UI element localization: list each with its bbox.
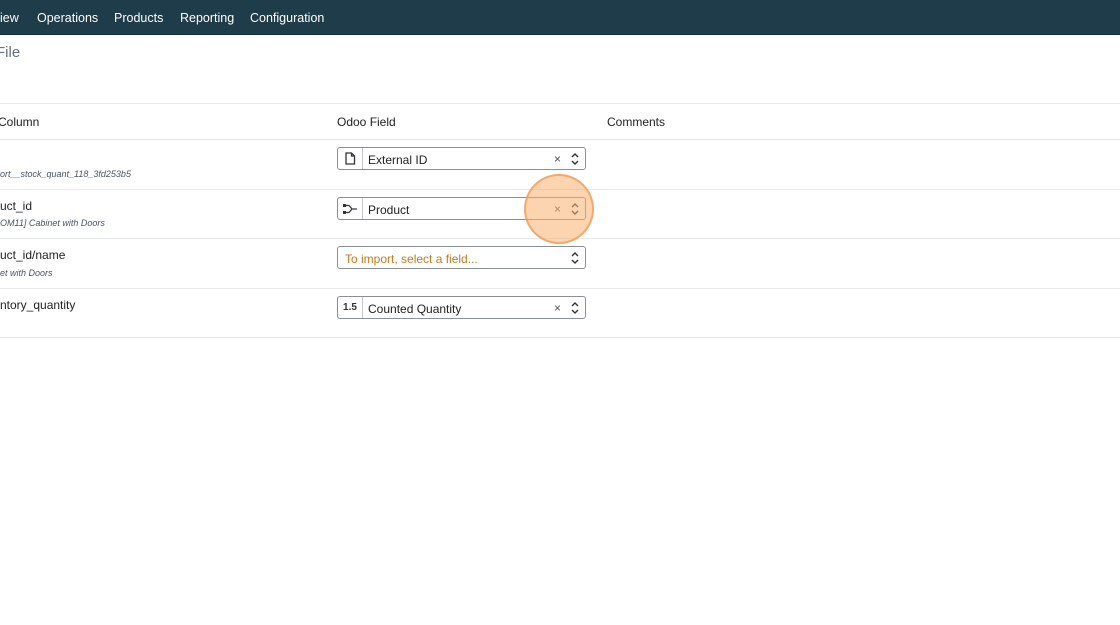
field-placeholder: To import, select a field... (345, 252, 478, 266)
column-sample: et with Doors (0, 268, 53, 278)
chevron-up-down-icon[interactable] (570, 150, 580, 168)
relation-icon (338, 198, 363, 219)
nav-item-configuration[interactable]: Configuration (250, 11, 324, 25)
column-name: uct_id/name (0, 248, 66, 262)
column-sample: ort__stock_quant_118_3fd253b5 (0, 169, 131, 179)
field-value: External ID (368, 153, 428, 167)
header-divider (0, 139, 1120, 140)
header-column: Column (0, 115, 40, 129)
top-navbar: iew Operations Products Reporting Config… (0, 0, 1120, 35)
field-select-product[interactable]: Product × (337, 197, 586, 220)
row-divider (0, 288, 1120, 289)
field-select-external-id[interactable]: External ID × (337, 147, 586, 170)
nav-item-operations[interactable]: Operations (37, 11, 98, 25)
column-name: ntory_quantity (0, 298, 76, 312)
clear-icon[interactable]: × (554, 152, 561, 166)
file-icon (338, 148, 363, 169)
header-comments: Comments (607, 115, 666, 129)
field-value: Product (368, 203, 410, 217)
page-title: File (0, 44, 21, 61)
row-divider (0, 189, 1120, 190)
nav-item-overview[interactable]: iew (0, 11, 19, 25)
table-top-divider (0, 103, 1120, 104)
field-select-counted-quantity[interactable]: 1.5 Counted Quantity × (337, 296, 586, 319)
chevron-up-down-icon[interactable] (570, 299, 580, 317)
field-value: Counted Quantity (368, 302, 462, 316)
chevron-up-down-icon[interactable] (570, 200, 580, 218)
nav-item-products[interactable]: Products (114, 11, 163, 25)
field-select-empty[interactable]: To import, select a field... (337, 246, 586, 269)
float-icon: 1.5 (338, 297, 363, 318)
nav-item-reporting[interactable]: Reporting (180, 11, 234, 25)
column-name: uct_id (0, 199, 33, 213)
header-odoo-field: Odoo Field (337, 115, 396, 129)
clear-icon[interactable]: × (554, 301, 561, 315)
row-divider (0, 337, 1120, 338)
column-sample: OM11] Cabinet with Doors (0, 218, 105, 228)
chevron-up-down-icon[interactable] (570, 249, 580, 267)
clear-icon[interactable]: × (554, 202, 561, 216)
row-divider (0, 238, 1120, 239)
